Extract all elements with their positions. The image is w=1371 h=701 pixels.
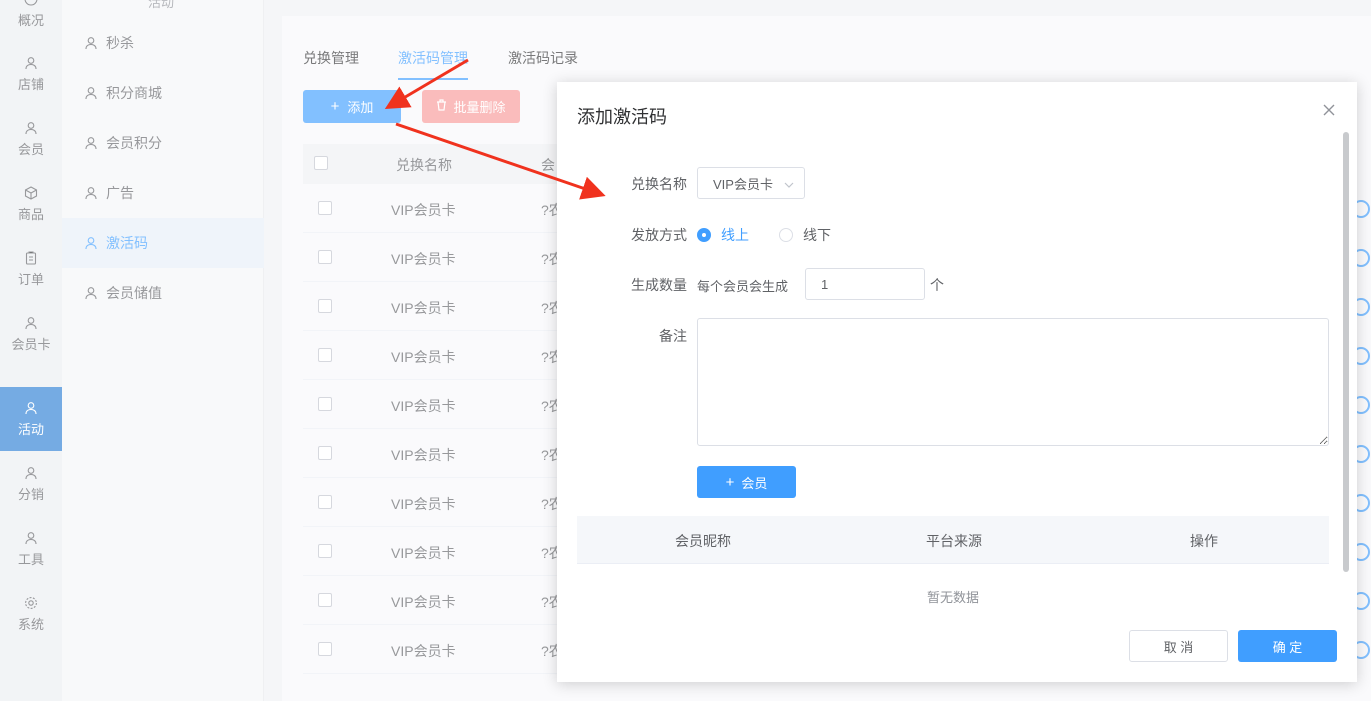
quantity-input[interactable] [805,268,925,300]
plus-icon: + [725,473,735,491]
remark-textarea[interactable] [697,318,1329,446]
radio-dot [779,228,793,242]
col-header-platform-source: 平台来源 [926,533,982,549]
col-header-member-nickname: 会员昵称 [675,533,731,549]
add-member-button[interactable]: + 会员 [697,466,796,498]
chevron-down-icon [784,178,794,188]
confirm-button[interactable]: 确 定 [1238,630,1337,662]
cancel-button[interactable]: 取 消 [1129,630,1228,662]
add-activation-code-dialog: 添加激活码 兑换名称 VIP会员卡 发放方式 线上 线下 生成数量 每个会员会生… [557,82,1357,682]
empty-state-text: 暂无数据 [926,590,979,605]
radio-dot [697,228,711,242]
remark-label: 备注 [659,328,687,344]
quantity-suffix: 个 [930,277,944,293]
radio-offline[interactable]: 线下 [779,225,831,245]
quantity-label: 生成数量 [631,277,687,293]
dialog-title: 添加激活码 [577,107,667,127]
add-member-label: 会员 [741,475,768,491]
exchange-name-select[interactable]: VIP会员卡 [697,167,805,199]
radio-offline-label: 线下 [803,227,831,243]
exchange-name-label: 兑换名称 [631,176,687,192]
issue-method-label: 发放方式 [631,227,687,243]
radio-online-label: 线上 [721,227,749,243]
radio-online[interactable]: 线上 [697,225,749,245]
dialog-scrollbar[interactable] [1343,132,1349,572]
quantity-prefix: 每个会员会生成 [697,279,789,294]
close-icon[interactable] [1322,103,1336,117]
exchange-name-value: VIP会员卡 [713,176,773,192]
col-header-actions: 操作 [1190,533,1218,549]
member-table-header: 会员昵称 平台来源 操作 [577,516,1329,564]
